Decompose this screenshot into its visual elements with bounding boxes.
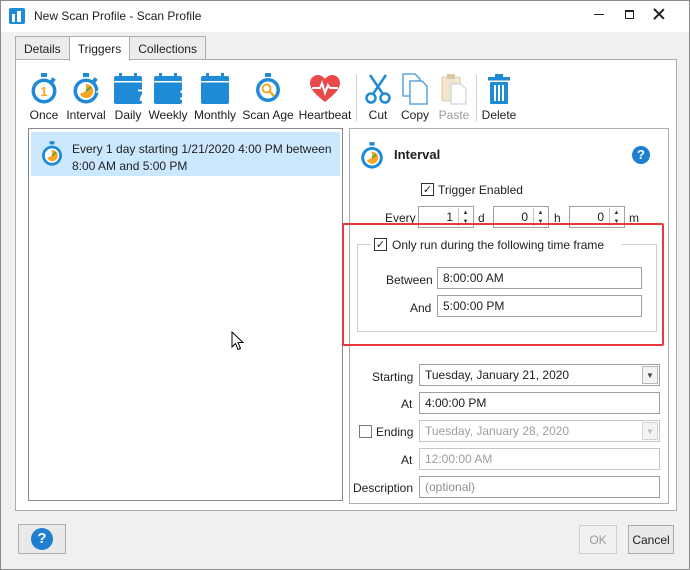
- stopwatch-interval-icon: [40, 141, 64, 170]
- scan-profile-window: New Scan Profile - Scan Profile Details …: [0, 0, 690, 570]
- calendar-daily-icon: [112, 73, 144, 105]
- chevron-down-icon[interactable]: ▼: [642, 366, 658, 384]
- ok-button[interactable]: OK: [579, 525, 617, 554]
- ending-date-value: Tuesday, January 28, 2020: [425, 424, 570, 438]
- ending-date-select[interactable]: Tuesday, January 28, 2020 ▼: [419, 420, 660, 442]
- every-hours-value: 0: [521, 210, 528, 224]
- minimize-icon: [594, 13, 604, 15]
- monthly-label: Monthly: [193, 108, 237, 122]
- close-icon: [653, 8, 665, 20]
- tab-strip: Details Triggers Collections: [15, 36, 206, 61]
- copy-label: Copy: [400, 108, 429, 122]
- spin-up-icon[interactable]: ▲: [459, 208, 472, 217]
- highlight-box: [342, 223, 664, 346]
- spin-up-icon[interactable]: ▲: [610, 208, 623, 217]
- trigger-enabled-checkbox[interactable]: ✓: [421, 183, 434, 196]
- window-title: New Scan Profile - Scan Profile: [34, 9, 202, 23]
- help-icon[interactable]: ?: [632, 146, 650, 164]
- every-days-value: 1: [446, 210, 453, 224]
- trigger-enabled-label: Trigger Enabled: [438, 183, 523, 197]
- trigger-summary: Every 1 day starting 1/21/2020 4:00 PM b…: [72, 142, 332, 173]
- scan-age-label: Scan Age: [242, 108, 294, 122]
- minimize-button[interactable]: [583, 1, 615, 27]
- help-button[interactable]: ?: [18, 524, 66, 554]
- once-label: Once: [29, 108, 59, 122]
- tab-collections[interactable]: Collections: [129, 36, 206, 60]
- delete-button[interactable]: Delete: [481, 73, 517, 125]
- delete-label: Delete: [481, 108, 517, 122]
- trash-icon: [483, 73, 515, 105]
- daily-label: Daily: [114, 108, 142, 122]
- toolbar-divider: [476, 75, 477, 121]
- every-minutes-value: 0: [597, 210, 604, 224]
- toolbar-divider: [356, 75, 357, 121]
- stopwatch-search-icon: [252, 73, 284, 105]
- spin-up-icon[interactable]: ▲: [534, 208, 547, 217]
- interval-label: Interval: [66, 108, 106, 122]
- monthly-button[interactable]: Monthly: [191, 73, 239, 125]
- calendar-monthly-icon: [199, 73, 231, 105]
- start-time-field[interactable]: 4:00:00 PM: [419, 392, 660, 414]
- start-at-label: At: [401, 397, 413, 411]
- title-bar: New Scan Profile - Scan Profile: [1, 1, 689, 32]
- heartbeat-icon: [309, 73, 341, 105]
- calendar-weekly-icon: [152, 73, 184, 105]
- paste-button[interactable]: Paste: [436, 73, 472, 125]
- paste-label: Paste: [438, 108, 470, 122]
- cancel-button[interactable]: Cancel: [628, 525, 674, 554]
- once-button[interactable]: 1 Once: [27, 73, 61, 125]
- maximize-icon: [624, 9, 634, 19]
- chevron-down-icon[interactable]: ▼: [642, 422, 658, 440]
- end-time-field[interactable]: 12:00:00 AM: [419, 448, 660, 470]
- list-item[interactable]: Every 1 day starting 1/21/2020 4:00 PM b…: [31, 132, 340, 176]
- heartbeat-button[interactable]: Heartbeat: [297, 73, 353, 125]
- copy-button[interactable]: Copy: [397, 73, 433, 125]
- svg-text:1: 1: [40, 84, 47, 99]
- interval-button[interactable]: Interval: [64, 73, 108, 125]
- cut-label: Cut: [368, 108, 388, 122]
- description-label: Description: [353, 481, 414, 495]
- tab-triggers[interactable]: Triggers: [68, 36, 131, 61]
- panel-title: Interval: [394, 147, 441, 162]
- starting-date-value: Tuesday, January 21, 2020: [425, 368, 570, 382]
- help-icon: ?: [31, 528, 53, 550]
- scissors-icon: [362, 73, 394, 105]
- close-button[interactable]: [643, 1, 675, 27]
- paste-icon: [438, 73, 470, 105]
- copy-icon: [399, 73, 431, 105]
- starting-label: Starting: [372, 370, 414, 384]
- mouse-cursor-icon: [231, 330, 245, 354]
- scan-age-button[interactable]: Scan Age: [242, 73, 294, 125]
- cut-button[interactable]: Cut: [363, 73, 393, 125]
- stopwatch-interval-icon: [359, 142, 385, 173]
- end-at-label: At: [401, 453, 413, 467]
- heartbeat-label: Heartbeat: [298, 108, 352, 122]
- ending-label: Ending: [376, 425, 414, 439]
- stopwatch-once-icon: 1: [28, 73, 60, 105]
- description-input[interactable]: (optional): [419, 476, 660, 498]
- daily-button[interactable]: Daily: [111, 73, 145, 125]
- stopwatch-interval-icon: [70, 73, 102, 105]
- starting-date-select[interactable]: Tuesday, January 21, 2020 ▼: [419, 364, 660, 386]
- weekly-label: Weekly: [148, 108, 188, 122]
- trigger-list[interactable]: Every 1 day starting 1/21/2020 4:00 PM b…: [28, 128, 343, 501]
- tab-details[interactable]: Details: [15, 36, 70, 60]
- maximize-button[interactable]: [613, 1, 645, 27]
- ending-checkbox[interactable]: [359, 425, 372, 438]
- app-logo-icon: [9, 8, 25, 24]
- weekly-button[interactable]: Weekly: [148, 73, 188, 125]
